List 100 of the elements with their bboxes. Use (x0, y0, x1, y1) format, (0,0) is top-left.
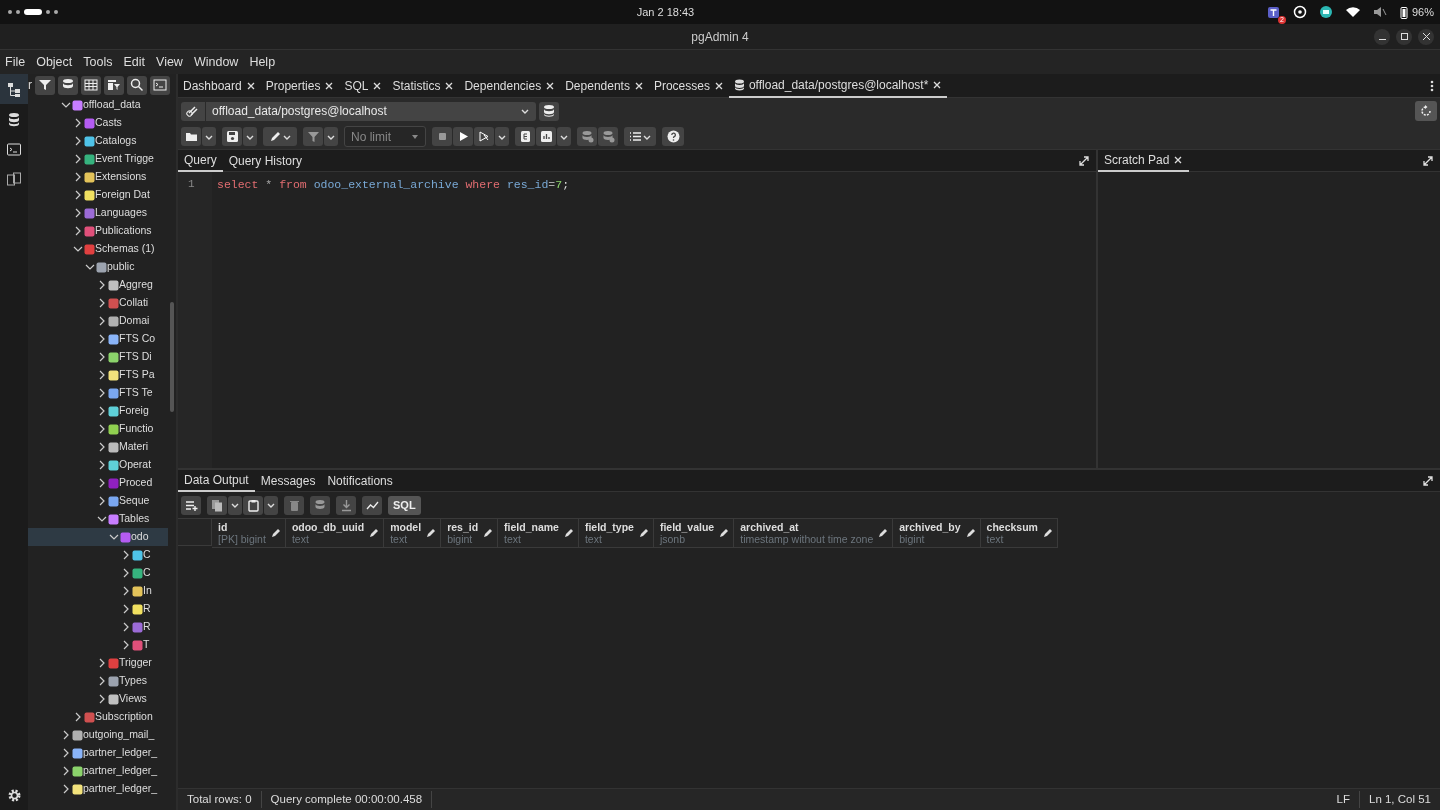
execute-options-button[interactable] (474, 127, 494, 146)
macros-button[interactable] (624, 127, 656, 146)
column-header[interactable]: odoo_db_uuid text (285, 518, 385, 548)
tree-item[interactable]: Operat (28, 456, 168, 474)
tree-item[interactable]: partner_ledger_ (28, 744, 168, 762)
pencil-icon[interactable] (563, 528, 574, 538)
menu-item[interactable]: Tools (78, 52, 119, 72)
tree-item[interactable]: partner_ledger_ (28, 762, 168, 780)
tree-item[interactable]: Foreign Dat (28, 186, 168, 204)
pencil-icon[interactable] (369, 528, 380, 538)
refresh-button[interactable] (1415, 101, 1437, 121)
tree-item[interactable]: FTS Pa (28, 366, 168, 384)
tree-item[interactable]: C (28, 546, 168, 564)
psql-tool-button[interactable] (150, 75, 170, 95)
save-data-button[interactable] (310, 495, 330, 515)
rollback-button[interactable] (598, 127, 618, 146)
close-icon[interactable] (444, 80, 455, 91)
database-icon[interactable] (6, 110, 22, 128)
panel-tab[interactable]: Dependents (560, 73, 649, 98)
power-icon[interactable] (1292, 5, 1307, 19)
open-file-menu-button[interactable] (202, 127, 216, 146)
open-file-button[interactable] (181, 127, 201, 146)
tree-item[interactable]: In (28, 582, 168, 600)
menu-item[interactable]: View (151, 52, 189, 72)
download-button[interactable] (336, 495, 356, 515)
battery-icon[interactable] (1398, 5, 1409, 19)
speaker-muted-icon[interactable] (1372, 6, 1387, 18)
close-icon[interactable] (1173, 154, 1184, 165)
clock-text[interactable]: Jan 2 18:43 (636, 3, 695, 21)
chat-app-icon[interactable] (1266, 5, 1281, 20)
tree-item[interactable]: Proced (28, 474, 168, 492)
tree-item[interactable]: R (28, 618, 168, 636)
tree-item[interactable]: Languages (28, 204, 168, 222)
output-tab[interactable]: Data Output (178, 469, 255, 492)
tree-item[interactable]: FTS Te (28, 384, 168, 402)
panel-tab[interactable]: Processes (648, 73, 729, 98)
column-header[interactable]: archived_by bigint (893, 518, 981, 548)
tree-item[interactable]: FTS Di (28, 348, 168, 366)
execute-menu-button[interactable] (495, 127, 509, 146)
expand-icon[interactable] (1422, 154, 1434, 167)
tree-item[interactable]: T (28, 636, 168, 654)
panel-tab[interactable]: Properties (260, 73, 340, 98)
menu-item[interactable]: Help (244, 52, 282, 72)
settings-icon[interactable] (6, 787, 22, 803)
connection-select[interactable]: offload_data/postgres@localhost (206, 101, 536, 121)
column-header[interactable]: field_type text (578, 518, 654, 548)
tree-item[interactable]: Casts (28, 114, 168, 132)
close-icon[interactable] (245, 80, 256, 91)
view-data-button[interactable] (81, 75, 101, 95)
column-header[interactable]: archived_at timestamp without time zone (734, 518, 894, 548)
edit-button[interactable] (263, 127, 297, 146)
tree-item[interactable]: Seque (28, 492, 168, 510)
expand-icon[interactable] (1078, 154, 1090, 167)
tree-item[interactable]: odo (28, 528, 168, 546)
tree-item[interactable]: Types (28, 672, 168, 690)
close-icon[interactable] (633, 80, 644, 91)
menu-item[interactable]: File (0, 52, 32, 72)
column-header[interactable]: field_value jsonb (653, 518, 735, 548)
schema-diff-icon[interactable] (6, 170, 22, 188)
panel-tab[interactable]: Dashboard (178, 73, 261, 98)
tree-item[interactable]: partner_ledger_ (28, 780, 168, 798)
close-icon[interactable] (545, 80, 556, 91)
connection-status-button[interactable] (181, 101, 205, 121)
column-header[interactable]: checksum text (980, 518, 1058, 548)
sql-button[interactable]: SQL (388, 495, 421, 515)
more-options-icon[interactable] (1430, 80, 1434, 93)
editor-tab[interactable]: Query History (222, 149, 309, 172)
menu-item[interactable]: Object (31, 52, 79, 72)
menu-item[interactable]: Window (188, 52, 245, 72)
tree-item[interactable]: Event Trigge (28, 150, 168, 168)
help-button[interactable] (662, 127, 684, 146)
pencil-icon[interactable] (270, 528, 281, 538)
pencil-icon[interactable] (878, 528, 889, 538)
filter-button[interactable] (35, 75, 55, 95)
tree-item[interactable]: public (28, 258, 168, 276)
tree-item[interactable]: outgoing_mail_ (28, 726, 168, 744)
tree-item[interactable]: Foreig (28, 402, 168, 420)
pencil-icon[interactable] (638, 528, 649, 538)
pencil-icon[interactable] (1042, 528, 1053, 538)
filtered-rows-button[interactable] (104, 75, 124, 95)
tree-item[interactable]: Subscription (28, 708, 168, 726)
search-button[interactable] (127, 75, 147, 95)
output-tab[interactable]: Notifications (321, 469, 399, 492)
tree-item[interactable]: offload_data (28, 96, 168, 114)
query-tool-button[interactable] (58, 75, 78, 95)
panel-tab[interactable]: Statistics (387, 73, 460, 98)
code-line[interactable]: select * from odoo_external_archive where res_id=7; (217, 176, 1091, 194)
explain-analyze-button[interactable] (536, 127, 556, 146)
output-tab[interactable]: Messages (254, 469, 322, 492)
tree-item[interactable]: Functio (28, 420, 168, 438)
tree-item[interactable]: Catalogs (28, 132, 168, 150)
tree-item[interactable]: Collati (28, 294, 168, 312)
tree-item[interactable]: Aggreg (28, 276, 168, 294)
tree-item[interactable]: FTS Co (28, 330, 168, 348)
close-icon[interactable] (324, 80, 335, 91)
panel-tab[interactable]: Dependencies (459, 73, 561, 98)
maximize-button[interactable] (1396, 28, 1412, 45)
tree-item[interactable]: R (28, 600, 168, 618)
object-explorer-icon[interactable] (6, 80, 22, 98)
tree-item[interactable]: Tables (28, 510, 168, 528)
